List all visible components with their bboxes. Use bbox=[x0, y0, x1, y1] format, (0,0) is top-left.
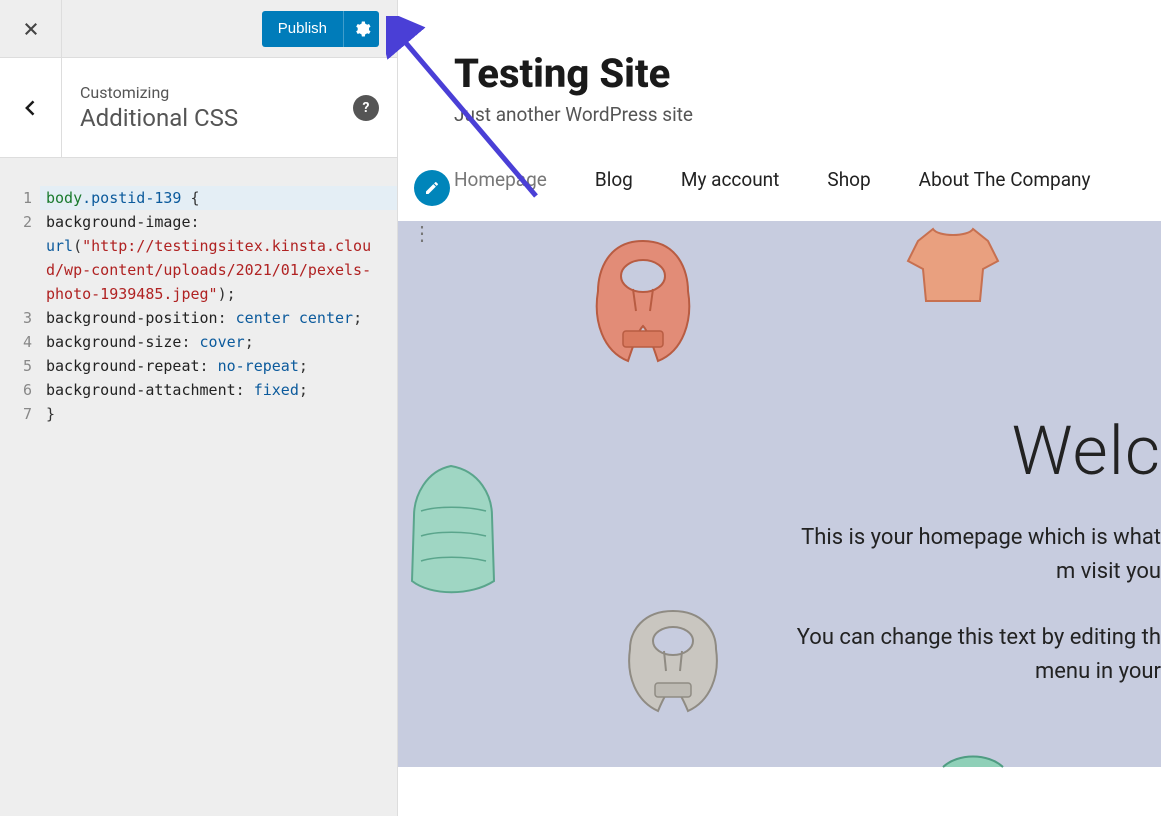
publish-group: Publish bbox=[262, 11, 379, 47]
ellipsis-icon: ⋮ bbox=[412, 221, 432, 245]
doodle-tshirt-red bbox=[898, 221, 1008, 311]
section-title: Additional CSS bbox=[80, 104, 353, 132]
customizer-sidebar: Publish Customizing Additional CSS ? 123… bbox=[0, 0, 398, 816]
nav-item-about-the-company[interactable]: About The Company bbox=[919, 168, 1091, 191]
site-tagline: Just another WordPress site bbox=[454, 103, 1161, 126]
sidebar-topbar: Publish bbox=[0, 0, 397, 58]
nav-item-shop[interactable]: Shop bbox=[827, 168, 870, 191]
back-button[interactable] bbox=[0, 58, 62, 158]
close-button[interactable] bbox=[0, 0, 62, 58]
hero-paragraph-2: You can change this text by editing th m… bbox=[791, 621, 1161, 689]
primary-nav: Homepage Blog My account Shop About The Comp… bbox=[398, 146, 1161, 221]
line-gutter: 1234567 bbox=[0, 186, 40, 426]
nav-item-homepage[interactable]: Homepage bbox=[454, 168, 547, 191]
hero-title: Welc bbox=[1012, 411, 1161, 491]
sidebar-header: Customizing Additional CSS ? bbox=[0, 58, 397, 158]
doodle-teal-partial bbox=[938, 749, 1008, 769]
customizing-label: Customizing bbox=[80, 83, 353, 102]
doodle-sweater-teal bbox=[406, 461, 501, 601]
gear-icon bbox=[353, 20, 371, 38]
publish-settings-button[interactable] bbox=[343, 11, 379, 47]
code-lines[interactable]: body.postid-139 {background-image: url("… bbox=[40, 186, 397, 426]
doodle-hoodie-gray bbox=[608, 601, 738, 721]
help-button[interactable]: ? bbox=[353, 95, 379, 121]
nav-item-blog[interactable]: Blog bbox=[595, 168, 633, 191]
css-editor[interactable]: 1234567 body.postid-139 {background-imag… bbox=[0, 158, 397, 816]
pencil-icon bbox=[424, 180, 440, 196]
hero-paragraph-1: This is your homepage which is what m vi… bbox=[781, 521, 1161, 589]
chevron-left-icon bbox=[21, 98, 41, 118]
nav-item-my-account[interactable]: My account bbox=[681, 168, 780, 191]
doodle-hoodie-red bbox=[578, 231, 708, 371]
site-title[interactable]: Testing Site bbox=[454, 50, 1161, 97]
edit-shortcut-button[interactable] bbox=[414, 170, 450, 206]
close-icon bbox=[22, 20, 40, 38]
preview-header: Testing Site Just another WordPress site bbox=[398, 0, 1161, 146]
publish-button[interactable]: Publish bbox=[262, 11, 343, 47]
site-preview: Testing Site Just another WordPress site… bbox=[398, 0, 1161, 816]
hero-section: ⋮ Welc bbox=[398, 221, 1161, 767]
